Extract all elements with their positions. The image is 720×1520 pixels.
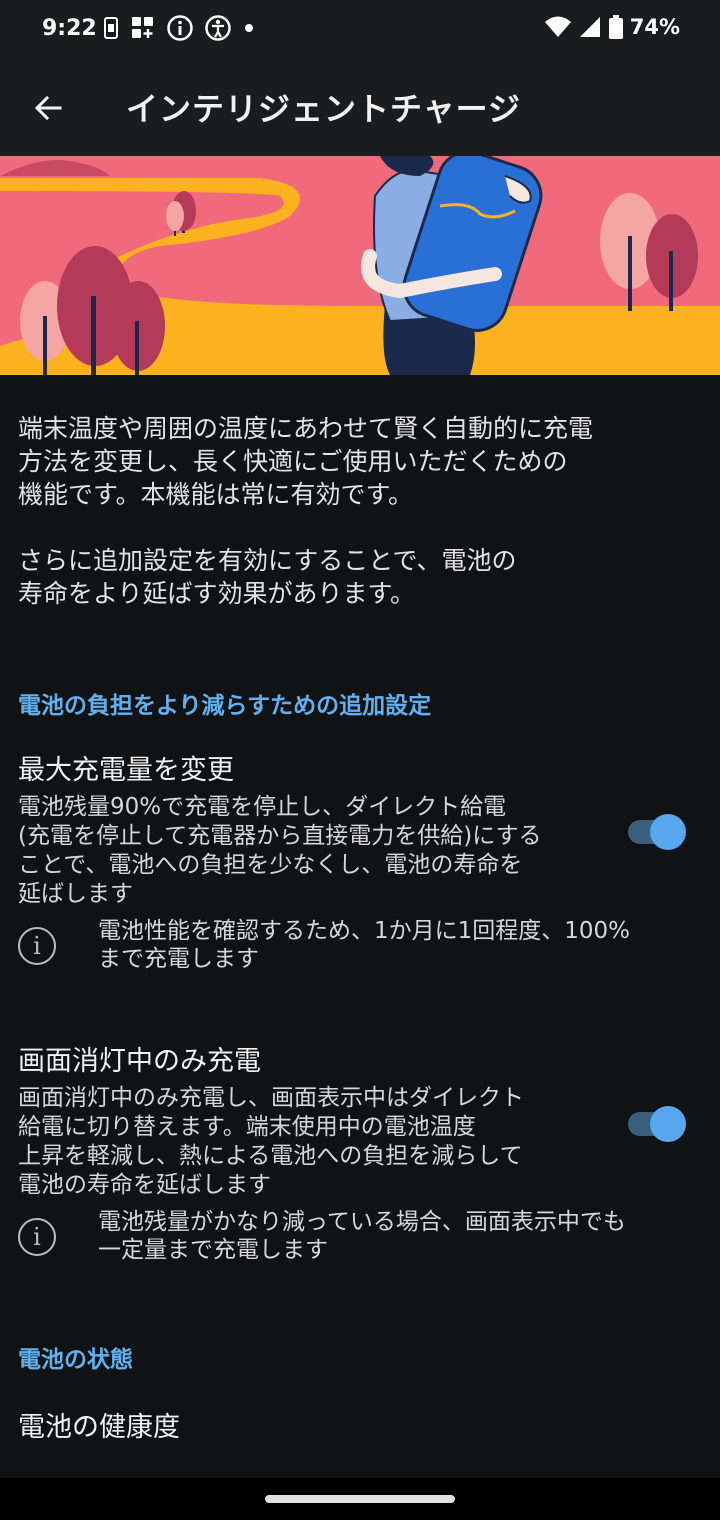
signal-icon	[579, 17, 600, 37]
intro-paragraph-2: さらに追加設定を有効にすることで、電池の 寿命をより延ばす効果があります。	[18, 544, 698, 610]
intro-line: 方法を変更し、長く快適にご使用いただくための	[18, 447, 568, 476]
note-text: 電池性能を確認するため、1か月に1回程度、100% まで充電します	[98, 917, 698, 973]
setting-screen-off-charge[interactable]: 画面消灯中のみ充電 画面消灯中のみ充電し、画面表示中はダイレクト 給電に切り替え…	[18, 1044, 708, 1268]
info-icon: i	[18, 1218, 56, 1256]
intro-description: 端末温度や周囲の温度にあわせて賢く自動的に充電 方法を変更し、長く快適にご使用い…	[18, 412, 698, 610]
battery-health-item[interactable]: 電池の健康度	[18, 1405, 180, 1444]
note-line: 電池性能を確認するため、1か月に1回程度、100%	[98, 918, 631, 944]
desc-line: 上昇を軽減し、熱による電池への負担を減らして	[18, 1143, 523, 1169]
intro-line: 端末温度や周囲の温度にあわせて賢く自動的に充電	[18, 414, 594, 443]
info-circle-icon	[167, 15, 193, 41]
screen-off-charge-toggle[interactable]	[628, 1104, 688, 1144]
app-bar: インテリジェントチャージ	[0, 60, 720, 156]
page-title: インテリジェントチャージ	[126, 90, 522, 128]
dot-icon	[245, 24, 253, 32]
status-right-icons: 74%	[544, 14, 680, 40]
desc-line: 電池残量90%で充電を停止し、ダイレクト給電	[18, 794, 507, 820]
toggle-thumb	[650, 814, 686, 850]
note-line: 電池残量がかなり減っている場合、画面表示中でも	[98, 1209, 626, 1235]
desc-line: 延ばします	[18, 881, 133, 907]
desc-line: ことで、電池への負担を少なくし、電池の寿命を	[18, 852, 523, 878]
sim-icon	[104, 17, 118, 39]
setting-title: 最大充電量を変更	[18, 755, 234, 786]
desc-line: 画面消灯中のみ充電し、画面表示中はダイレクト	[18, 1085, 524, 1111]
status-left-icons	[102, 14, 256, 42]
note-line: 一定量まで充電します	[98, 1237, 328, 1263]
gesture-handle[interactable]	[265, 1495, 455, 1503]
intro-line: 機能です。本機能は常に有効です。	[18, 480, 414, 509]
setting-description: 電池残量90%で充電を停止し、ダイレクト給電 (充電を停止して充電器から直接電力…	[18, 793, 588, 909]
note-text: 電池残量がかなり減っている場合、画面表示中でも 一定量まで充電します	[98, 1208, 698, 1264]
setting-description: 画面消灯中のみ充電し、画面表示中はダイレクト 給電に切り替えます。端末使用中の電…	[18, 1084, 588, 1200]
setting-note: i 電池残量がかなり減っている場合、画面表示中でも 一定量まで充電します	[18, 1208, 708, 1268]
hero-illustration	[0, 156, 720, 375]
battery-percent: 74%	[629, 15, 680, 39]
intro-line: 寿命をより延ばす効果があります。	[18, 579, 416, 608]
note-line: まで充電します	[98, 946, 259, 972]
desc-line: 電池の寿命を延ばします	[18, 1172, 271, 1198]
max-charge-toggle[interactable]	[628, 812, 688, 852]
back-arrow-icon	[34, 95, 62, 121]
info-icon: i	[18, 927, 56, 965]
back-button[interactable]	[24, 84, 72, 132]
desc-line: 給電に切り替えます。端末使用中の電池温度	[18, 1114, 476, 1140]
navigation-bar	[0, 1478, 720, 1520]
setting-max-charge[interactable]: 最大充電量を変更 電池残量90%で充電を停止し、ダイレクト給電 (充電を停止して…	[18, 753, 708, 977]
wifi-icon	[544, 16, 571, 37]
hero-art	[0, 156, 720, 375]
desc-line: (充電を停止して充電器から直接電力を供給)にする	[18, 823, 542, 849]
widget-add-icon	[132, 17, 153, 38]
setting-title: 画面消灯中のみ充電	[18, 1046, 261, 1077]
accessibility-icon	[205, 15, 231, 41]
section-header-state: 電池の状態	[18, 1347, 133, 1373]
intro-line: さらに追加設定を有効にすることで、電池の	[18, 546, 517, 575]
setting-note: i 電池性能を確認するため、1か月に1回程度、100% まで充電します	[18, 917, 708, 977]
intro-paragraph-1: 端末温度や周囲の温度にあわせて賢く自動的に充電 方法を変更し、長く快適にご使用い…	[18, 412, 698, 511]
status-time: 9:22	[42, 16, 97, 41]
toggle-thumb	[650, 1106, 686, 1142]
battery-icon	[608, 15, 623, 39]
section-header-extra: 電池の負担をより減らすための追加設定	[18, 693, 432, 719]
status-bar: 9:22 74%	[0, 0, 720, 60]
